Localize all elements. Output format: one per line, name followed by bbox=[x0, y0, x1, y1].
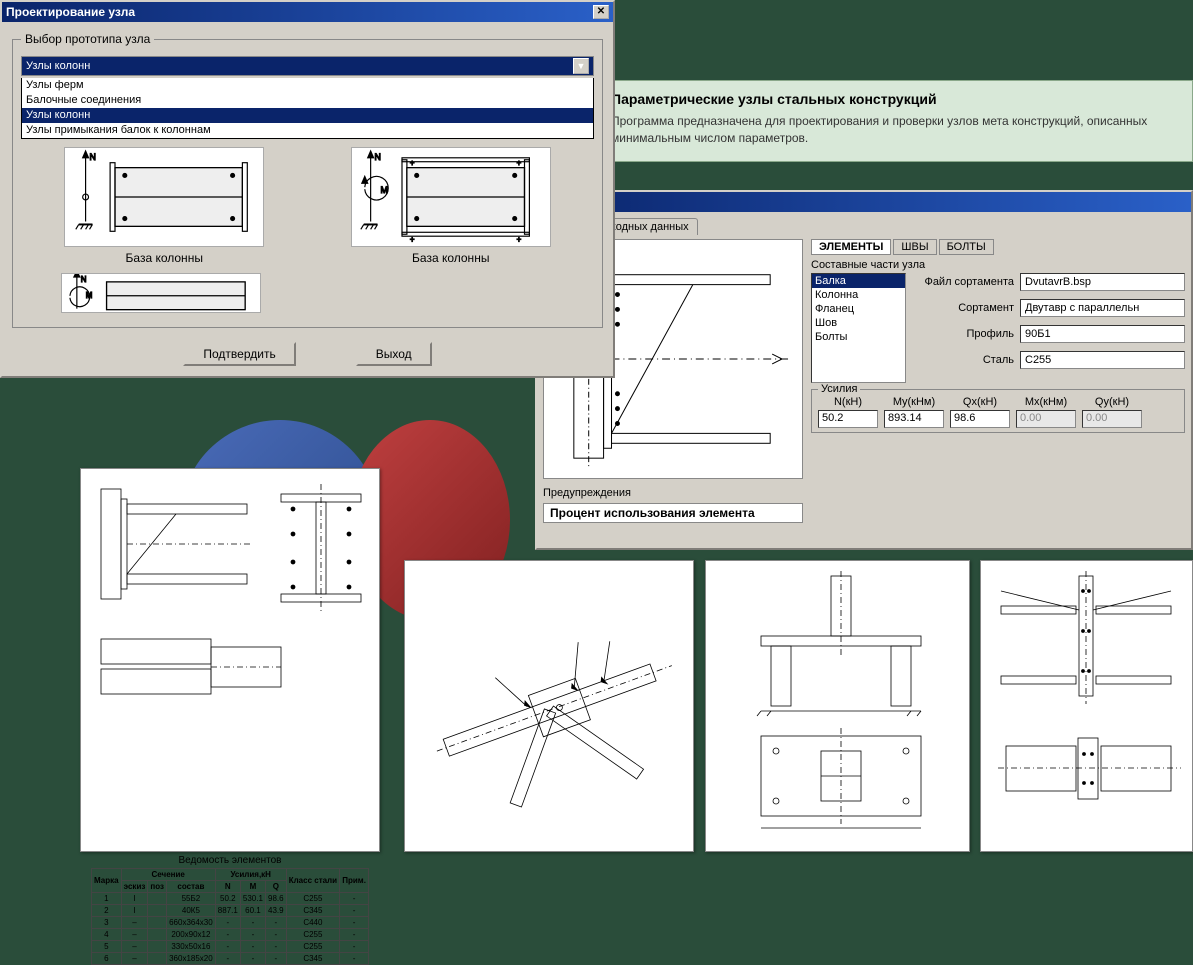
dropdown-item[interactable]: Узлы ферм bbox=[22, 78, 593, 93]
report-sheet-4 bbox=[980, 560, 1193, 852]
subtab-welds[interactable]: ШВЫ bbox=[893, 239, 936, 255]
window-title: Проектирование узла bbox=[6, 5, 135, 19]
force-label: Qx(кН) bbox=[963, 396, 997, 408]
report-sheet-1: Ведомость элементов Марка Сечение Усилия… bbox=[80, 468, 380, 852]
svg-text:N: N bbox=[90, 152, 96, 162]
force-label: Mx(кНм) bbox=[1025, 396, 1067, 408]
table-row: 3–660х364х30---С440- bbox=[92, 917, 369, 929]
force-input[interactable]: 98.6 bbox=[950, 410, 1010, 428]
profile-input[interactable]: 90Б1 bbox=[1020, 325, 1185, 343]
table-row: 1I55Б250.2530.198.6С255- bbox=[92, 893, 369, 905]
table-title: Ведомость элементов bbox=[91, 853, 369, 868]
sortfile-label: Файл сортамента bbox=[914, 276, 1014, 288]
profile-label: Профиль bbox=[914, 328, 1014, 340]
force-input[interactable]: 50.2 bbox=[818, 410, 878, 428]
force-input: 0.00 bbox=[1016, 410, 1076, 428]
groupbox-legend: Выбор прототипа узла bbox=[21, 32, 154, 46]
dropdown-selected: Узлы колонн bbox=[26, 60, 90, 72]
force-label: N(кН) bbox=[834, 396, 862, 408]
warnings-label: Предупреждения bbox=[543, 487, 803, 499]
titlebar[interactable]: Свойства bbox=[537, 192, 1191, 212]
table-row: 5–330х50х16---С255- bbox=[92, 941, 369, 953]
table-row: 6–360х185х20---С345- bbox=[92, 953, 369, 965]
svg-text:+: + bbox=[410, 159, 415, 168]
titlebar[interactable]: Проектирование узла ✕ bbox=[2, 2, 613, 22]
list-item[interactable]: Колонна bbox=[812, 288, 905, 302]
dropdown-item[interactable]: Узлы примыкания балок к колоннам bbox=[22, 123, 593, 138]
confirm-button[interactable]: Подтвердить bbox=[183, 342, 295, 366]
prototype-groupbox: Выбор прототипа узла Узлы колонн ▼ Узлы … bbox=[12, 32, 603, 328]
info-text: Программа предназначена для проектирован… bbox=[611, 113, 1178, 147]
list-item[interactable]: Шов bbox=[812, 316, 905, 330]
sortament-label: Сортамент bbox=[914, 302, 1014, 314]
list-item[interactable]: Балка bbox=[812, 274, 905, 288]
sortament-input[interactable]: Двутавр с параллельн bbox=[1020, 299, 1185, 317]
table-row: 4–200х90х12---С255- bbox=[92, 929, 369, 941]
steel-label: Сталь bbox=[914, 354, 1014, 366]
chevron-down-icon[interactable]: ▼ bbox=[573, 58, 589, 74]
elements-table: Марка Сечение Усилия,кН Класс стали Прим… bbox=[91, 868, 369, 965]
report-sheet-3 bbox=[705, 560, 970, 852]
prototype-preview-3[interactable]: N M bbox=[61, 273, 261, 313]
force-input: 0.00 bbox=[1082, 410, 1142, 428]
info-panel: Параметрические узлы стальных конструкци… bbox=[570, 80, 1193, 162]
sortfile-input[interactable]: DvutavrB.bsp bbox=[1020, 273, 1185, 291]
subtab-bolts[interactable]: БОЛТЫ bbox=[939, 239, 994, 255]
svg-text:+: + bbox=[410, 235, 415, 244]
parts-listbox[interactable]: Балка Колонна Фланец Шов Болты bbox=[811, 273, 906, 383]
list-item[interactable]: Болты bbox=[812, 330, 905, 344]
usage-label: Процент использования элемента bbox=[543, 503, 803, 523]
steel-input[interactable]: С255 bbox=[1020, 351, 1185, 369]
prototype-preview-2[interactable]: N M bbox=[351, 147, 551, 247]
subtab-elements[interactable]: ЭЛЕМЕНТЫ bbox=[811, 239, 891, 255]
svg-text:N: N bbox=[81, 275, 87, 284]
svg-text:N: N bbox=[374, 152, 380, 162]
force-input[interactable]: 893.14 bbox=[884, 410, 944, 428]
window-properties: Свойства Задание исходных данных bbox=[535, 190, 1193, 550]
svg-text:+: + bbox=[516, 159, 521, 168]
svg-text:M: M bbox=[380, 185, 387, 195]
force-label: Qy(кН) bbox=[1095, 396, 1129, 408]
dropdown-item[interactable]: Балочные соединения bbox=[22, 93, 593, 108]
dropdown-item[interactable]: Узлы колонн bbox=[22, 108, 593, 123]
parts-label: Составные части узла bbox=[811, 259, 1185, 271]
table-row: 2I40К5887.160.143.9С345- bbox=[92, 905, 369, 917]
force-label: My(кНм) bbox=[893, 396, 935, 408]
list-item[interactable]: Фланец bbox=[812, 302, 905, 316]
exit-button[interactable]: Выход bbox=[356, 342, 432, 366]
svg-text:M: M bbox=[86, 291, 93, 300]
close-icon[interactable]: ✕ bbox=[593, 5, 609, 19]
prototype-preview-1[interactable]: N bbox=[64, 147, 264, 247]
preview-caption: База колонны bbox=[351, 251, 551, 265]
svg-text:+: + bbox=[516, 235, 521, 244]
prototype-dropdown[interactable]: Узлы колонн ▼ bbox=[21, 56, 594, 76]
info-title: Параметрические узлы стальных конструкци… bbox=[611, 91, 1178, 107]
forces-legend: Усилия bbox=[818, 383, 860, 395]
forces-groupbox: Усилия N(кН)50.2My(кНм)893.14Qx(кН)98.6M… bbox=[811, 389, 1185, 433]
preview-caption: База колонны bbox=[64, 251, 264, 265]
dropdown-list[interactable]: Узлы ферм Балочные соединения Узлы колон… bbox=[21, 78, 594, 139]
window-node-design: Проектирование узла ✕ Выбор прототипа уз… bbox=[0, 0, 615, 378]
report-sheet-2 bbox=[404, 560, 694, 852]
